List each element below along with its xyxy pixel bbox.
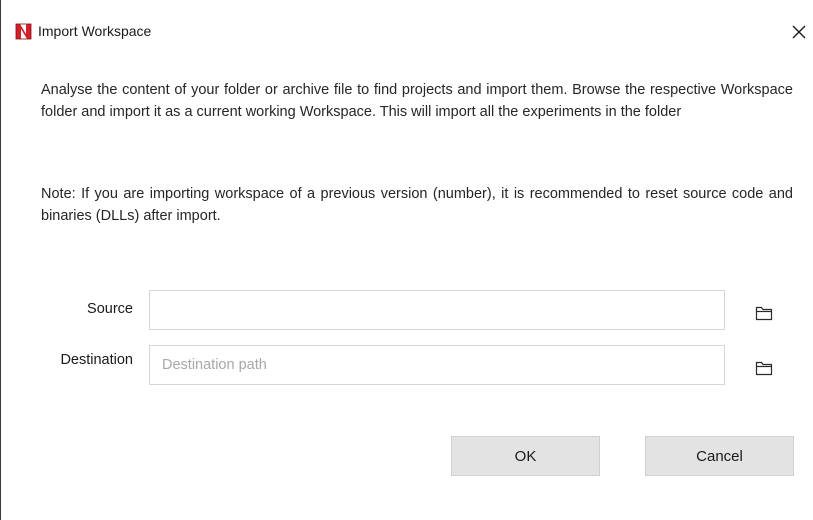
source-input[interactable] <box>149 290 725 330</box>
folder-icon <box>755 361 773 376</box>
close-button[interactable] <box>785 18 813 46</box>
dialog-title: Import Workspace <box>38 23 152 39</box>
description-text: Analyse the content of your folder or ar… <box>41 82 793 120</box>
destination-input[interactable] <box>149 345 725 385</box>
ok-button[interactable]: OK <box>451 436 600 476</box>
source-browse-button[interactable] <box>751 301 777 325</box>
import-workspace-dialog: Import Workspace Analyse the content of … <box>0 0 813 520</box>
close-icon <box>792 25 806 39</box>
cancel-button[interactable]: Cancel <box>645 436 794 476</box>
app-logo-icon <box>15 23 32 40</box>
folder-icon <box>755 306 773 321</box>
source-label: Source <box>87 301 133 317</box>
destination-browse-button[interactable] <box>751 356 777 380</box>
destination-label: Destination <box>60 352 133 368</box>
title-bar: Import Workspace <box>1 0 813 60</box>
note-text: Note: If you are importing workspace of … <box>41 186 793 224</box>
